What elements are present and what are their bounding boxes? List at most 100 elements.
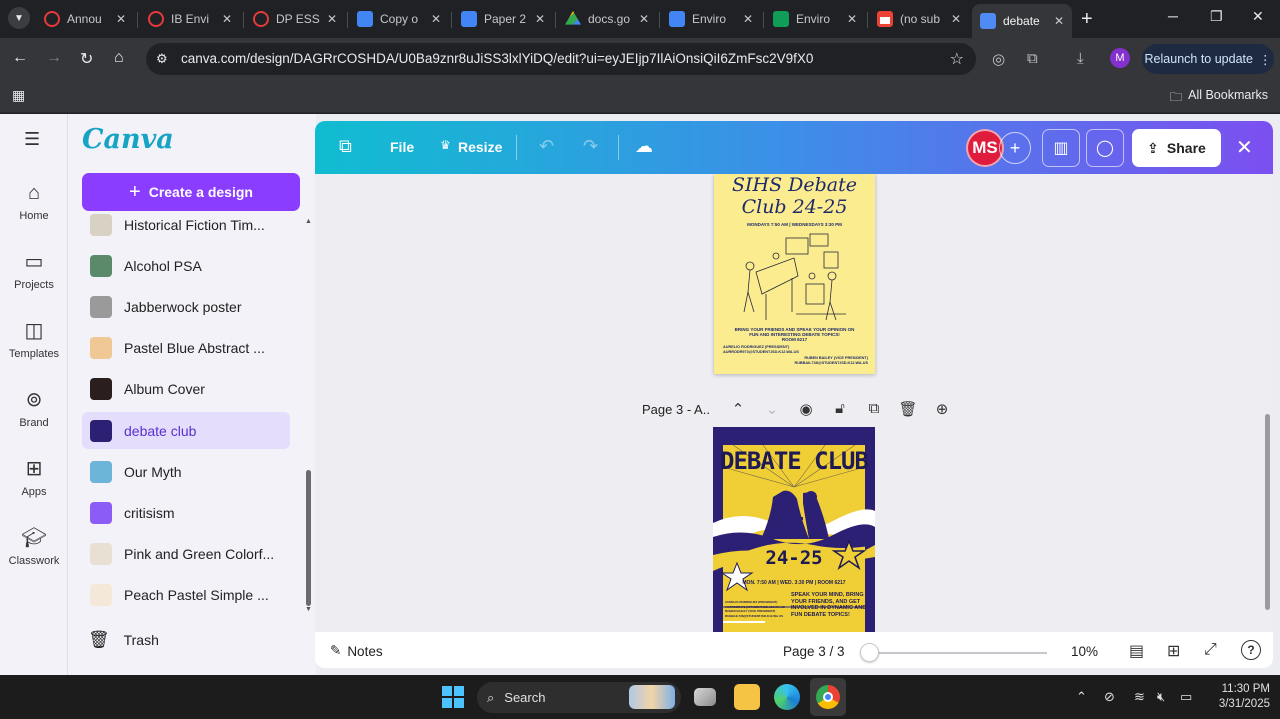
url-text[interactable]: canva.com/design/DAGRrCOSHDA/U0Ba9znr8uJ… xyxy=(181,51,813,66)
scroll-down-icon[interactable]: ▼ xyxy=(305,606,312,613)
address-bar[interactable]: ⚙ canva.com/design/DAGRrCOSHDA/U0Ba9znr8… xyxy=(146,43,976,75)
list-item[interactable]: Historical Fiction Tim... xyxy=(82,206,290,243)
scroll-up-icon[interactable]: ▲ xyxy=(305,218,312,225)
add-page-icon[interactable]: ⊕ xyxy=(925,400,959,418)
list-item[interactable]: Album Cover xyxy=(82,370,290,407)
redo-icon[interactable]: ↷ xyxy=(583,136,598,157)
cloud-saved-icon[interactable]: ☁ xyxy=(635,136,653,157)
volume-muted-icon[interactable]: 🔇︎ xyxy=(1157,689,1165,705)
poster-page-3[interactable]: DEBATE CLUB 24-25 MON. 7:50 AM | WED. 3:… xyxy=(713,427,875,632)
list-item[interactable]: Alcohol PSA xyxy=(82,247,290,284)
tab-close-icon[interactable]: ✕ xyxy=(114,12,128,26)
rail-home[interactable]: ⌂ Home xyxy=(0,180,68,222)
battery-icon[interactable]: ▭ xyxy=(1180,689,1192,705)
list-item[interactable]: Pastel Blue Abstract ... xyxy=(82,329,290,366)
browser-tab[interactable]: Annou ✕ xyxy=(36,4,134,34)
tab-close-icon[interactable]: ✕ xyxy=(949,12,963,26)
lock-icon[interactable]: 🔓︎ xyxy=(823,400,857,418)
list-item[interactable]: Pink and Green Colorf... xyxy=(82,535,290,572)
taskbar-clock[interactable]: 11:30 PM 3/31/2025 xyxy=(1204,682,1270,712)
extensions-icon[interactable]: ⧉ xyxy=(1027,50,1038,67)
comment-icon[interactable]: ◯ xyxy=(1086,129,1124,167)
edge-icon[interactable] xyxy=(774,684,800,710)
open-external-icon[interactable]: ⧉ xyxy=(339,136,352,157)
tab-close-icon[interactable]: ✕ xyxy=(741,12,755,26)
new-tab-icon[interactable]: + xyxy=(1081,8,1093,31)
minimize-icon[interactable]: ─ xyxy=(1168,8,1178,24)
share-button[interactable]: ⇪ Share xyxy=(1132,129,1221,167)
tab-close-icon[interactable]: ✕ xyxy=(429,12,443,26)
delete-page-icon[interactable]: 🗑︎ xyxy=(891,400,925,418)
browser-tab[interactable]: docs.go ✕ xyxy=(557,4,657,34)
tab-search-chevron-icon[interactable]: ▼ xyxy=(8,7,30,29)
file-explorer-icon[interactable] xyxy=(734,684,760,710)
list-item[interactable]: Jabberwock poster xyxy=(82,288,290,325)
profile-avatar[interactable]: M xyxy=(1110,48,1130,68)
rail-classwork[interactable]: 🎓︎ Classwork xyxy=(0,525,68,567)
panel-scrollbar[interactable]: ▲ ▼ xyxy=(305,218,312,616)
browser-tab[interactable]: Copy o ✕ xyxy=(349,4,449,34)
tab-close-icon[interactable]: ✕ xyxy=(637,12,651,26)
all-bookmarks-button[interactable]: 🗀 All Bookmarks xyxy=(1170,88,1268,109)
duplicate-page-icon[interactable]: ⧉ xyxy=(857,400,891,418)
restore-icon[interactable]: ❐ xyxy=(1210,8,1223,25)
rail-brand[interactable]: ⊚ Brand xyxy=(0,387,68,429)
insights-chart-icon[interactable]: ▥ xyxy=(1042,129,1080,167)
trash-button[interactable]: 🗑︎ Trash xyxy=(88,630,159,650)
forward-arrow-icon[interactable]: → xyxy=(46,49,62,67)
chevron-up-icon[interactable]: ⌃ xyxy=(721,400,755,418)
network-off-icon[interactable]: ⊘ xyxy=(1104,689,1115,705)
window-close-icon[interactable]: ✕ xyxy=(1252,8,1264,25)
list-item[interactable]: critisism xyxy=(82,494,290,531)
tab-close-icon[interactable]: ✕ xyxy=(845,12,859,26)
file-menu[interactable]: File xyxy=(390,139,414,155)
canva-logo[interactable]: Canva xyxy=(82,124,174,155)
site-info-icon[interactable]: ⚙ xyxy=(156,51,168,67)
notes-button[interactable]: ✎ Notes xyxy=(330,643,383,659)
page-view-icon[interactable]: ▤ xyxy=(1129,641,1144,661)
list-item-selected[interactable]: debate club xyxy=(82,412,290,449)
page-title[interactable]: Page 3 - A.. xyxy=(642,402,710,417)
rail-apps[interactable]: ⊞ Apps xyxy=(0,456,68,498)
resize-button[interactable]: Resize xyxy=(458,139,502,155)
bookmark-star-icon[interactable]: ☆ xyxy=(950,49,964,69)
home-icon[interactable]: ⌂ xyxy=(114,49,124,67)
relaunch-button[interactable]: Relaunch to update ⋮ xyxy=(1142,44,1274,74)
tab-close-icon[interactable]: ✕ xyxy=(220,12,234,26)
download-icon[interactable]: ⤓ xyxy=(1077,50,1084,67)
poster-page-2[interactable]: SIHS Debate Club 24-25 MONDAYS 7:50 AM |… xyxy=(714,174,875,374)
chevron-down-icon[interactable]: ⌄ xyxy=(755,400,789,418)
fullscreen-icon[interactable]: ⤢ xyxy=(1204,641,1217,659)
hide-page-icon[interactable]: ◉ xyxy=(789,400,823,418)
design-canvas[interactable]: SIHS Debate Club 24-25 MONDAYS 7:50 AM |… xyxy=(315,174,1273,632)
rail-projects[interactable]: ▭ Projects xyxy=(0,249,68,291)
chrome-taskbar-button[interactable] xyxy=(810,678,846,716)
tab-close-icon[interactable]: ✕ xyxy=(533,12,547,26)
windows-start-icon[interactable] xyxy=(442,686,464,708)
browser-tab[interactable]: (no sub ✕ xyxy=(869,4,969,34)
browser-tab[interactable]: DP ESS ✕ xyxy=(245,4,345,34)
tab-close-icon[interactable]: ✕ xyxy=(1052,14,1066,28)
scrollbar-thumb[interactable] xyxy=(306,470,311,606)
add-collaborator-icon[interactable]: + xyxy=(999,132,1031,164)
page-count[interactable]: Page 3 / 3 xyxy=(783,644,845,659)
collapse-panel-icon[interactable]: ☰ xyxy=(24,129,40,150)
help-icon[interactable]: ? xyxy=(1241,640,1261,660)
browser-tab[interactable]: Enviro ✕ xyxy=(661,4,761,34)
canvas-scrollbar-thumb[interactable] xyxy=(1265,414,1270,610)
browser-tab[interactable]: Enviro ✕ xyxy=(765,4,865,34)
rail-templates[interactable]: ◫ Templates xyxy=(0,318,68,360)
taskbar-search[interactable]: ⌕ Search xyxy=(477,682,681,713)
performance-icon[interactable]: ◎ xyxy=(992,50,1005,68)
back-arrow-icon[interactable]: ← xyxy=(12,49,28,67)
tab-close-icon[interactable]: ✕ xyxy=(325,12,339,26)
tray-chevron-up-icon[interactable]: ⌃ xyxy=(1076,689,1087,705)
browser-tab[interactable]: IB Envi ✕ xyxy=(140,4,240,34)
grid-view-icon[interactable]: ⊞ xyxy=(1167,641,1180,661)
wifi-icon[interactable]: ≋ xyxy=(1134,689,1145,705)
close-editor-icon[interactable]: ✕ xyxy=(1236,135,1253,160)
reload-icon[interactable]: ↻ xyxy=(80,49,93,69)
zoom-slider-track[interactable] xyxy=(865,652,1047,654)
zoom-level[interactable]: 10% xyxy=(1071,644,1098,659)
list-item[interactable]: Our Myth xyxy=(82,453,290,490)
